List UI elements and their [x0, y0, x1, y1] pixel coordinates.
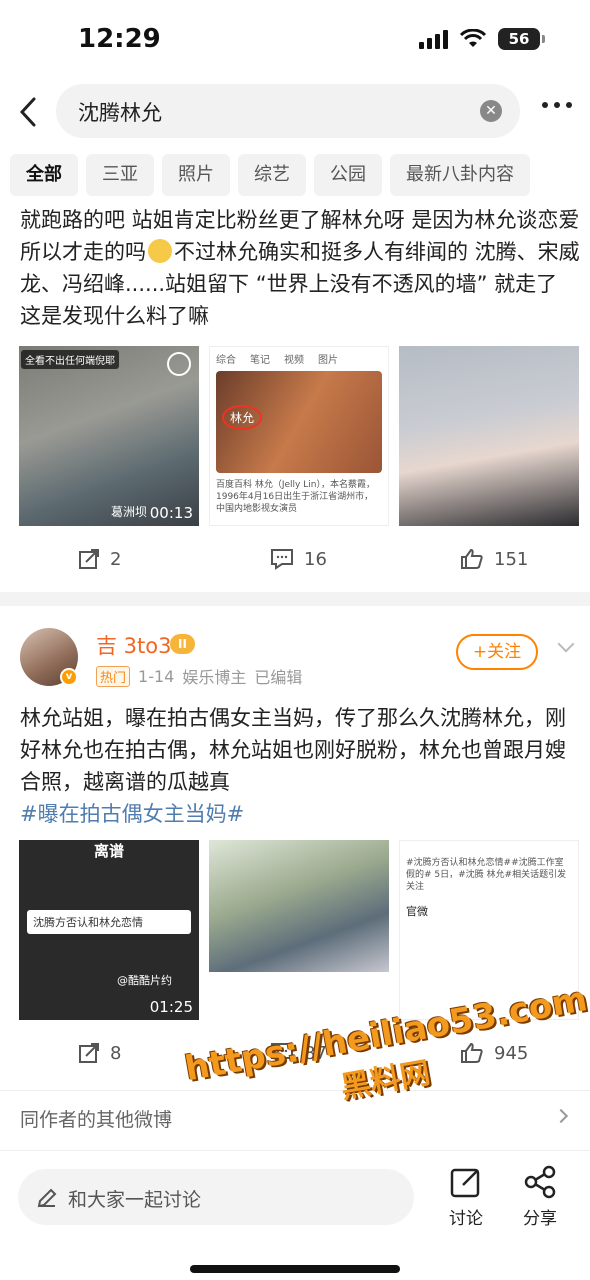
status-time: 12:29: [78, 24, 161, 54]
baike-card: 林允: [216, 371, 382, 473]
wifi-icon: [460, 29, 486, 47]
screenshot-text: #沈腾方否认和林允恋情##沈腾工作室 假的# 5日，#沈腾 林允#相关话题引发关…: [406, 858, 567, 892]
repost-count: 8: [110, 1042, 122, 1064]
pencil-icon: [37, 1188, 57, 1208]
repost-icon: [79, 1043, 99, 1063]
author-name[interactable]: 吉 3to3: [96, 630, 171, 660]
tab-photos[interactable]: 照片: [162, 154, 230, 196]
baike-tab: 图片: [318, 355, 338, 366]
back-button[interactable]: [10, 92, 46, 132]
status-bar: 12:29 56: [0, 0, 590, 80]
search-header: 沈腾林允 ✕: [0, 84, 590, 140]
video-caption: 沈腾方否认和林允恋情: [27, 910, 191, 934]
like-button[interactable]: 151: [460, 548, 528, 570]
discussion-placeholder: 和大家一起讨论: [68, 1189, 202, 1211]
post1-video-thumbnail[interactable]: 全看不出任何端倪耶 葛洲坝 00:13: [19, 346, 199, 526]
post-divider: [0, 592, 590, 606]
tab-gossip[interactable]: 最新八卦内容: [390, 154, 530, 196]
repost-button[interactable]: 8: [78, 1042, 121, 1064]
video-watermark: 葛洲坝: [111, 505, 148, 519]
hot-tag: 热门: [96, 665, 131, 687]
tab-park[interactable]: 公园: [314, 154, 382, 196]
other-works-label: 同作者的其他微博: [20, 1109, 173, 1131]
repost-icon: [79, 549, 99, 569]
more-options-icon[interactable]: [542, 102, 572, 108]
post2-photo[interactable]: [209, 840, 389, 972]
video-title: 离谱: [93, 842, 124, 860]
cellular-signal-icon: [419, 29, 448, 49]
screenshot-label: 官微: [406, 905, 428, 918]
verified-icon: v: [60, 668, 78, 686]
post1-photo[interactable]: [399, 346, 579, 526]
post1-actions: 2 16 151: [0, 548, 590, 588]
status-icons: 56: [419, 28, 545, 50]
search-input[interactable]: 沈腾林允 ✕: [56, 84, 520, 138]
baike-tab: 视频: [284, 355, 304, 366]
post2-video-thumbnail[interactable]: 离谱 沈腾方否认和林允恋情 @酷酷片约 01:25: [19, 840, 199, 1020]
edit-square-icon: [450, 1168, 480, 1198]
level-badge: II: [170, 634, 195, 654]
repost-count: 2: [110, 548, 122, 570]
comment-count: 16: [304, 548, 327, 570]
home-indicator: [190, 1265, 400, 1273]
video-duration: 01:25: [149, 998, 193, 1016]
post1-baike-screenshot[interactable]: 综合 笔记 视频 图片 林允 百度百科 林允（Jelly Lin），本名蔡霞，1…: [209, 346, 389, 526]
baike-tab: 笔记: [250, 355, 270, 366]
play-icon: [167, 352, 191, 376]
chevron-right-icon: [553, 1108, 569, 1124]
post-date: 1-14: [138, 666, 175, 686]
baike-tabs: 综合 笔记 视频 图片: [210, 347, 388, 369]
share-label: 分享: [523, 1209, 557, 1229]
tab-sanya[interactable]: 三亚: [86, 154, 154, 196]
chevron-left-icon: [19, 97, 36, 127]
tab-all[interactable]: 全部: [10, 154, 78, 196]
thumbs-up-icon: [461, 548, 483, 569]
follow-button[interactable]: +关注: [456, 634, 538, 670]
thinking-emoji-icon: [148, 239, 172, 263]
post2-images: 离谱 沈腾方否认和林允恋情 @酷酷片约 01:25 #沈腾方否认和林允恋情##沈…: [19, 840, 579, 1020]
battery-icon: 56: [498, 28, 545, 50]
hashtag-link[interactable]: #曝在拍古偶女主当妈#: [20, 798, 580, 830]
share-button[interactable]: 分享: [510, 1165, 570, 1229]
post1-text[interactable]: 就跑路的吧 站姐肯定比粉丝更了解林允呀 是因为林允谈恋爱所以才走的吗 不过林允确实…: [20, 204, 580, 332]
tab-variety[interactable]: 综艺: [238, 154, 306, 196]
share-icon: [524, 1165, 556, 1199]
comment-icon: [271, 549, 293, 570]
post2-text[interactable]: 林允站姐，曝在拍古偶女主当妈，传了那么久沈腾林允，刚好林允也在拍古偶，林允站姐也…: [20, 702, 580, 830]
baike-name: 林允: [222, 405, 263, 430]
video-duration: 00:13: [149, 504, 193, 522]
baike-tab: 综合: [216, 355, 236, 366]
post2-meta: 热门 1-14 娱乐博主 已编辑: [96, 664, 302, 688]
discussion-input[interactable]: 和大家一起讨论: [18, 1169, 414, 1225]
video-badge: 全看不出任何端倪耶: [21, 350, 119, 369]
chevron-down-icon[interactable]: [557, 635, 575, 653]
clear-search-icon[interactable]: ✕: [480, 100, 502, 122]
baike-description: 百度百科 林允（Jelly Lin），本名蔡霞，1996年4月16日出生于浙江省…: [216, 480, 375, 514]
author-role: 娱乐博主: [182, 668, 247, 687]
search-query: 沈腾林允: [78, 101, 162, 125]
like-count: 151: [494, 548, 529, 570]
discuss-label: 讨论: [449, 1209, 483, 1229]
video-watermark: @酷酷片约: [117, 974, 172, 987]
bottom-bar: 和大家一起讨论 讨论 分享: [0, 1150, 590, 1280]
discuss-button[interactable]: 讨论: [436, 1165, 496, 1229]
filter-tabs: 全部 三亚 照片 综艺 公园 最新八卦内容: [10, 154, 530, 196]
repost-button[interactable]: 2: [78, 548, 121, 570]
edited-label: 已编辑: [254, 668, 303, 687]
comment-button[interactable]: 16: [270, 548, 327, 570]
post1-images: 全看不出任何端倪耶 葛洲坝 00:13 综合 笔记 视频 图片 林允 百度百科 …: [19, 346, 579, 526]
post2-body: 林允站姐，曝在拍古偶女主当妈，传了那么久沈腾林允，刚好林允也在拍古偶，林允站姐也…: [20, 706, 566, 794]
